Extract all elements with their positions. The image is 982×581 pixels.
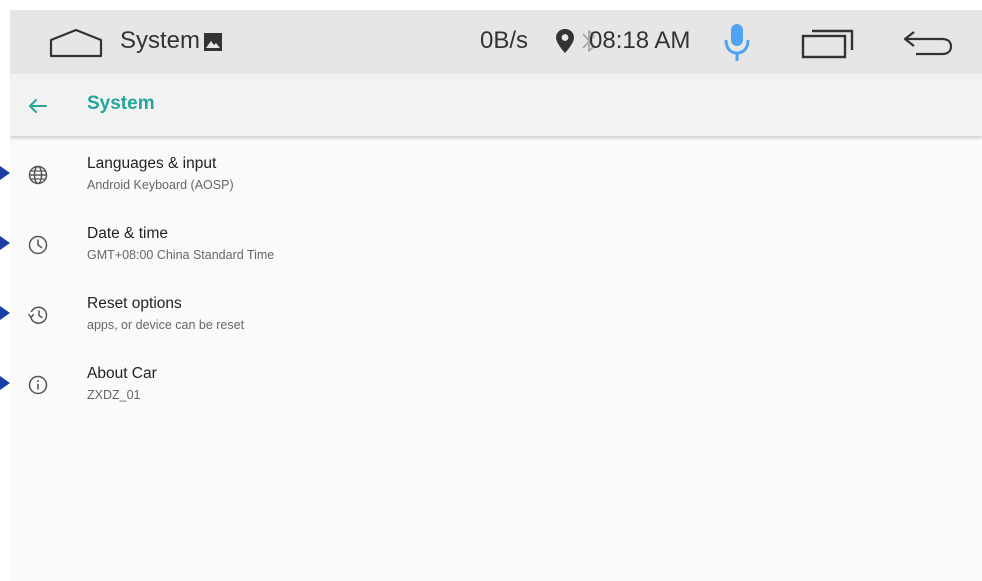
clock-time: 08:18 AM <box>589 27 691 54</box>
system-back-icon[interactable] <box>902 28 954 58</box>
system-status-bar: System 0B/s 08:18 AM <box>10 10 982 74</box>
info-icon <box>28 375 48 395</box>
settings-item-subtitle: ZXDZ_01 <box>87 388 141 402</box>
settings-item-title: Languages & input <box>87 155 217 172</box>
pointer-arrow-icon <box>0 236 10 250</box>
settings-item-reset[interactable]: Reset options apps, or device can be res… <box>10 280 982 350</box>
home-icon[interactable] <box>48 26 104 60</box>
settings-item-subtitle: apps, or device can be reset <box>87 318 245 332</box>
settings-item-date-time[interactable]: Date & time GMT+08:00 China Standard Tim… <box>10 210 982 280</box>
device-screen: System 0B/s 08:18 AM System Languages & … <box>10 10 982 581</box>
settings-item-title: Reset options <box>87 295 182 312</box>
globe-icon <box>28 165 48 185</box>
microphone-icon[interactable] <box>722 22 752 64</box>
settings-item-subtitle: Android Keyboard (AOSP) <box>87 178 234 192</box>
settings-item-subtitle: GMT+08:00 China Standard Time <box>87 248 275 262</box>
settings-item-title: Date & time <box>87 225 168 242</box>
settings-item-title: About Car <box>87 365 157 382</box>
page-title: System <box>87 93 155 114</box>
network-speed: 0B/s <box>480 27 529 54</box>
history-icon <box>27 306 48 324</box>
clock-icon <box>28 235 48 255</box>
app-bar: System <box>10 74 982 137</box>
settings-item-about[interactable]: About Car ZXDZ_01 <box>10 350 982 420</box>
back-arrow-icon[interactable] <box>24 92 52 120</box>
pointer-arrow-icon <box>0 306 10 320</box>
status-app-title: System <box>120 27 201 54</box>
settings-item-languages[interactable]: Languages & input Android Keyboard (AOSP… <box>10 140 982 210</box>
pointer-arrow-icon <box>0 166 10 180</box>
pointer-arrow-icon <box>0 376 10 390</box>
location-icon <box>556 29 574 53</box>
image-notification-icon <box>204 33 222 51</box>
recent-apps-icon[interactable] <box>800 26 858 60</box>
